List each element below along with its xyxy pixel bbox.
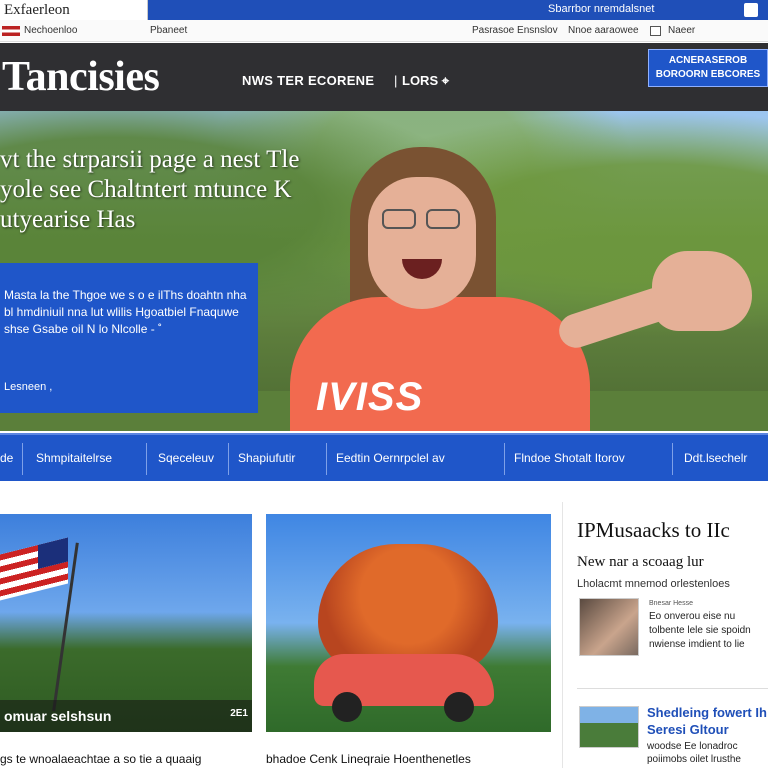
hero-photo-person: IVISS [290,111,760,431]
top-account-link[interactable]: Sbarrbor nremdalsnet [548,0,654,20]
hero-promo-box[interactable]: Masta la the Thgoe we s o e ilThs doahtn… [0,263,258,413]
flag-icon [2,26,20,36]
glasses-lens-left [382,209,416,229]
car-wheel [444,692,474,722]
story-card-caption-1[interactable]: gs te wnoalaeachtae a so tie a quaaig [0,752,201,766]
section-nav-divider [228,443,229,475]
glasses-lens-right [426,209,460,229]
section-nav-item-2[interactable]: Shmpitaitelrse [36,451,112,465]
hero-banner[interactable]: IVISS vt the strparsii page a nest Tle y… [0,111,768,431]
sidebar-story-thumbnail-2[interactable] [579,706,639,748]
subbar-link-right-3[interactable]: Naeer [668,20,695,42]
section-nav-item-4[interactable]: Shapiufutir [238,451,295,465]
story-card-image-autumn-car[interactable] [266,514,551,732]
user-icon[interactable] [744,3,758,17]
section-nav-item-1[interactable]: de [0,451,13,465]
section-nav-divider [672,443,673,475]
top-utility-bar: Exfaerleon Sbarrbor nremdalsnet [0,0,768,20]
subbar-link-right-2[interactable]: Nnoe aaraowee [568,20,639,42]
hero-headline[interactable]: vt the strparsii page a nest Tle yole se… [0,145,330,235]
section-nav-item-7[interactable]: Ddt.lsechelr [684,451,747,465]
section-nav-item-5[interactable]: Eedtin Oernrpclel av [336,451,445,465]
section-nav-item-3[interactable]: Sqeceleuv [158,451,214,465]
section-nav-item-6[interactable]: Flndoe Shotalt Itorov [514,451,625,465]
subscribe-button[interactable]: ACNERASEROB BOROORN EBCORES [648,49,768,87]
story-card-overlay-title[interactable]: omuar selshsun [0,700,252,732]
sidebar-panel: IPMusaacks to IIc New nar a scoaag lur L… [562,502,768,768]
hero-promo-text: Masta la the Thgoe we s o e ilThs doahtn… [4,288,247,336]
sidebar-story-label: Bnesar Hesse [649,600,693,607]
american-flag [0,537,68,601]
nav-secondary-link[interactable]: LORS ⌖ [402,73,449,89]
sidebar-story-title-2[interactable]: Shedleing fowert Ih Seresi Gltour [647,704,768,738]
edition-bar: Nechoenloo Pbaneet Pasrasoe Ensnslov Nno… [0,20,768,42]
sidebar-story-text-1[interactable]: Eo onverou eise nu tolbente lele sie spo… [649,610,768,652]
story-card-tag: 2E1 [230,708,248,719]
person-hand [652,251,752,331]
sidebar-story-thumbnail-1[interactable] [579,598,639,656]
car-wheel [332,692,362,722]
checkbox-icon[interactable] [650,26,661,36]
hero-promo-link[interactable]: Lesneen , [4,379,52,396]
nav-separator: | [394,73,398,88]
sidebar-title[interactable]: IPMusaacks to IIc [577,518,730,543]
story-card-image-flag[interactable]: omuar selshsun 2E1 [0,514,252,732]
search-input[interactable]: Exfaerleon [0,0,148,20]
site-logo[interactable]: Tancisies [2,53,160,101]
story-card-caption-2[interactable]: bhadoe Cenk Lineqraie Hoenthenetles [266,752,471,766]
shirt-print: IVISS [316,375,424,419]
sidebar-story-text-2: woodse Ee lonadroc poiimobs oilet lrusth… [647,741,741,765]
sidebar-divider [577,688,768,689]
subbar-link-right-1[interactable]: Pasrasoe Ensnslov [472,20,558,42]
section-nav-divider [504,443,505,475]
flag-canton [38,537,68,570]
person-glasses [382,209,462,231]
section-nav: de Shmpitaitelrse Sqeceleuv Shapiufutir … [0,433,768,481]
sidebar-meta: Lholacmt mnemod orlestenloes [577,578,730,590]
edition-selector[interactable]: Nechoenloo [24,20,77,42]
sidebar-subtitle[interactable]: New nar a scoaag lur [577,554,704,571]
nav-primary-link[interactable]: NWS TER ECORENE [242,73,374,88]
subbar-link-center[interactable]: Pbaneet [150,20,187,42]
masthead: Tancisies NWS TER ECORENE | LORS ⌖ ACNER… [0,43,768,111]
section-nav-divider [326,443,327,475]
person-face [368,177,476,309]
section-nav-divider [146,443,147,475]
section-nav-divider [22,443,23,475]
